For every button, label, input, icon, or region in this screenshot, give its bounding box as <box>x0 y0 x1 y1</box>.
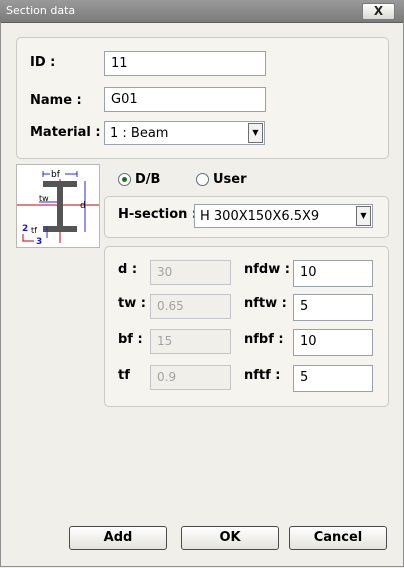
close-icon: X <box>373 4 384 18</box>
tw-field: 0.65 <box>150 294 231 319</box>
nfbf-value: 10 <box>300 334 317 349</box>
window-title: Section data <box>6 4 76 17</box>
bf-field: 15 <box>150 329 231 354</box>
name-value: G01 <box>111 92 138 107</box>
tf-label: tf <box>31 226 37 235</box>
tw-label: tw : <box>118 296 146 311</box>
d-value: 30 <box>157 265 173 279</box>
axis-arrow <box>22 234 34 242</box>
nftw-value: 5 <box>300 299 309 314</box>
bf-label: bf : <box>118 332 143 347</box>
nftw-label: nftw : <box>244 296 287 311</box>
user-radio-label[interactable]: User <box>213 172 247 187</box>
bottom-flange <box>43 226 77 232</box>
h-section-icon: bf d tw tf 2 3 <box>17 169 99 247</box>
hsection-select[interactable]: H 300X150X6.5X9 ▼ <box>194 204 373 228</box>
top-flange <box>43 181 77 187</box>
id-field[interactable]: 11 <box>104 51 266 76</box>
nftf-label: nftf : <box>244 368 281 383</box>
db-radio-label[interactable]: D/B <box>135 172 160 187</box>
axis-3-label: 3 <box>36 237 42 247</box>
nfdw-value: 10 <box>300 265 317 280</box>
id-label: ID : <box>30 55 56 70</box>
bf-value: 15 <box>157 334 173 348</box>
material-select[interactable]: 1 : Beam ▼ <box>104 121 265 145</box>
material-value: 1 : Beam <box>110 126 169 141</box>
d-label: d <box>80 201 86 211</box>
name-field[interactable]: G01 <box>104 87 266 112</box>
nfdw-field[interactable]: 10 <box>293 260 373 287</box>
axis-2-label: 2 <box>22 224 28 234</box>
user-radio[interactable] <box>196 173 209 186</box>
hsection-value: H 300X150X6.5X9 <box>200 209 320 224</box>
chevron-down-icon[interactable]: ▼ <box>356 206 371 226</box>
nfbf-label: nfbf : <box>244 332 284 347</box>
db-radio[interactable] <box>118 173 131 186</box>
tf-value: 0.9 <box>157 370 177 384</box>
d-field: 30 <box>150 260 231 285</box>
tf-field: 0.9 <box>150 365 231 390</box>
nfdw-label: nfdw : <box>244 262 290 277</box>
nftf-field[interactable]: 5 <box>293 365 373 392</box>
bf-label: bf <box>51 170 61 180</box>
nfbf-field[interactable]: 10 <box>293 329 373 356</box>
ok-button[interactable]: OK <box>181 526 279 550</box>
tf-label: tf <box>118 368 130 383</box>
tw-value: 0.65 <box>157 299 184 313</box>
h-section-diagram: bf d tw tf 2 3 <box>16 164 100 248</box>
id-value: 11 <box>111 56 128 71</box>
nftf-value: 5 <box>300 370 309 385</box>
title-bar[interactable]: Section data X <box>0 0 404 23</box>
add-button[interactable]: Add <box>69 526 167 550</box>
web <box>57 187 63 226</box>
material-label: Material : <box>30 125 101 140</box>
cancel-button[interactable]: Cancel <box>289 526 387 550</box>
name-label: Name : <box>30 93 82 108</box>
d-label: d : <box>118 262 138 277</box>
chevron-down-icon[interactable]: ▼ <box>248 123 263 143</box>
nftw-field[interactable]: 5 <box>293 294 373 321</box>
close-button[interactable]: X <box>362 3 395 20</box>
hsection-label: H-section : <box>118 207 198 222</box>
radio-selected-dot <box>122 177 127 182</box>
tw-label: tw <box>39 194 49 203</box>
